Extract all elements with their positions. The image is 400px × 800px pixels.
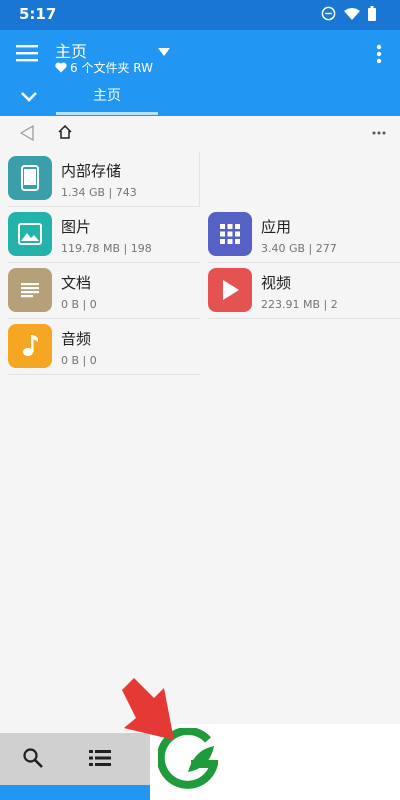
item-meta: 223.91 MB | 2 bbox=[261, 298, 338, 311]
app-bar: 主页 6 个文件夹 RW 主页 bbox=[0, 30, 400, 116]
more-horiz-icon[interactable] bbox=[372, 131, 386, 135]
item-name: 音频 bbox=[61, 330, 92, 348]
pointer-arrow-icon bbox=[122, 678, 174, 740]
folder-summary: 6 个文件夹 RW bbox=[55, 59, 153, 76]
videos-tile bbox=[208, 268, 252, 312]
more-vert-icon[interactable] bbox=[376, 44, 382, 64]
audio-item[interactable]: 音频 0 B | 0 bbox=[8, 320, 200, 375]
tab-indicator bbox=[56, 112, 158, 115]
storage-tile bbox=[8, 156, 52, 200]
item-name: 视频 bbox=[261, 274, 292, 292]
status-bar: 5:17 bbox=[0, 0, 400, 30]
subtitle-text: 6 个文件夹 RW bbox=[70, 61, 153, 75]
audio-tile bbox=[8, 324, 52, 368]
back-triangle-icon[interactable] bbox=[20, 125, 34, 141]
apps-tile bbox=[208, 212, 252, 256]
music-note-icon bbox=[23, 335, 38, 356]
item-meta: 119.78 MB | 198 bbox=[61, 242, 152, 255]
phone-icon bbox=[21, 165, 39, 191]
item-name: 文档 bbox=[61, 274, 92, 292]
chevron-down-icon[interactable] bbox=[20, 91, 38, 103]
grid-icon bbox=[220, 224, 240, 244]
images-tile bbox=[8, 212, 52, 256]
home-icon[interactable] bbox=[58, 125, 72, 139]
item-meta: 0 B | 0 bbox=[61, 354, 97, 367]
documents-item[interactable]: 文档 0 B | 0 bbox=[8, 264, 200, 319]
do-not-disturb-icon bbox=[321, 6, 336, 21]
item-name: 内部存储 bbox=[61, 162, 122, 180]
battery-icon bbox=[368, 6, 376, 21]
documents-tile bbox=[8, 268, 52, 312]
item-meta: 0 B | 0 bbox=[61, 298, 97, 311]
videos-item[interactable]: 视频 223.91 MB | 2 bbox=[208, 264, 400, 319]
heart-icon bbox=[55, 62, 67, 73]
path-bar bbox=[0, 116, 400, 150]
images-item[interactable]: 图片 119.78 MB | 198 bbox=[8, 208, 200, 263]
dropdown-arrow-icon[interactable] bbox=[157, 47, 171, 57]
menu-icon[interactable] bbox=[16, 44, 40, 64]
image-icon bbox=[18, 223, 42, 245]
item-meta: 1.34 GB | 743 bbox=[61, 186, 137, 199]
item-meta: 3.40 GB | 277 bbox=[261, 242, 337, 255]
item-name: 应用 bbox=[261, 218, 292, 236]
item-name: 图片 bbox=[61, 218, 92, 236]
document-icon bbox=[21, 283, 39, 298]
apps-item[interactable]: 应用 3.40 GB | 277 bbox=[208, 208, 400, 263]
list-view-icon[interactable] bbox=[89, 749, 111, 767]
bottom-strip bbox=[0, 785, 150, 800]
play-icon bbox=[223, 280, 239, 300]
wifi-icon bbox=[344, 7, 360, 20]
status-time: 5:17 bbox=[19, 5, 57, 23]
search-icon[interactable] bbox=[22, 747, 44, 769]
promo-panel bbox=[150, 724, 400, 800]
status-icons bbox=[321, 6, 376, 21]
storage-item[interactable]: 内部存储 1.34 GB | 743 bbox=[8, 152, 200, 207]
